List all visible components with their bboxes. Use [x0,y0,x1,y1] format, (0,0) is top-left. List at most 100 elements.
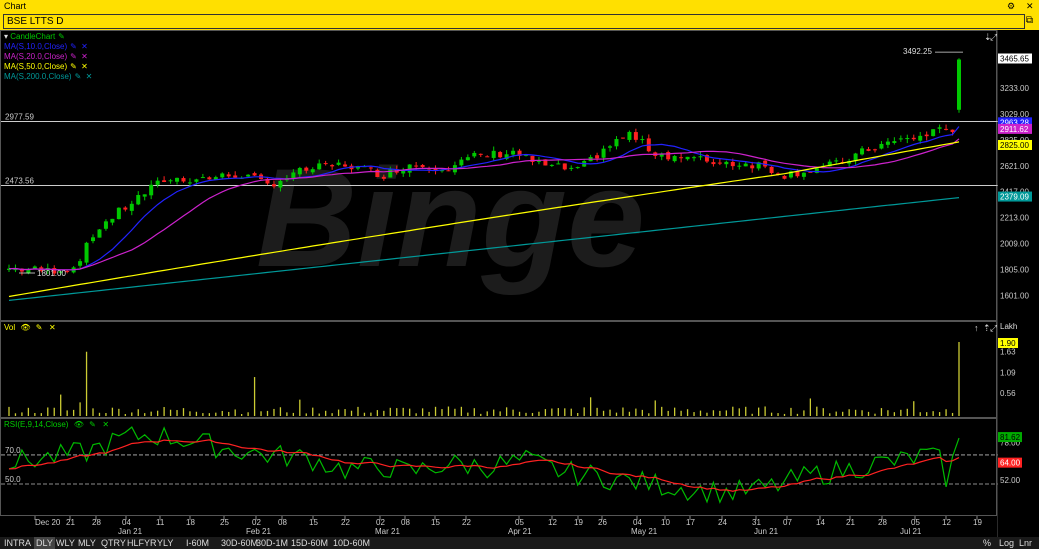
restore-icon[interactable]: ⧉ [1026,12,1033,30]
close-icon[interactable]: ✕ [81,42,88,52]
volume-legend: Vol 👁 ✎ ✕ [4,323,56,333]
candle-body [472,152,477,157]
candle-body [937,127,942,129]
candle-body [278,180,283,188]
timeframe-qtry[interactable]: QTRY [101,537,126,549]
pencil-icon[interactable]: ✎ [70,42,78,52]
timeframe-dly[interactable]: DLY [34,537,55,549]
candle-body [465,157,470,161]
price-tick-label: 2009.00 [1000,240,1029,249]
candle-body [633,132,638,140]
pencil-icon[interactable]: ✎ [58,32,66,42]
scale-option-1[interactable]: Log [999,537,1014,549]
price-tick-label: 1601.00 [1000,291,1029,300]
legend-item-label: MA(S,50.0,Close) [4,62,68,71]
settings-icon[interactable]: ⚙ [1007,0,1015,12]
close-icon[interactable]: ✕ [1026,0,1034,12]
time-tick-label: 12 [942,518,951,527]
candle-body [478,153,483,155]
candle-body [549,164,554,166]
candle-body [323,163,328,165]
legend-item-label: MA(S,10.0,Close) [4,42,68,51]
time-tick-label: 14 [816,518,825,527]
candle-body [717,162,722,164]
month-label: Mar 21 [375,527,400,536]
rsi-tag-label: 64.00 [1000,459,1021,468]
timeframe-i-60m[interactable]: I-60M [186,537,209,549]
close-icon[interactable]: ✕ [86,72,93,82]
candle-body [866,149,871,151]
candle-body [420,165,425,168]
timeframe-wly[interactable]: WLY [56,537,75,549]
candle-body [498,152,503,158]
volume-tick-label: 1.63 [1000,348,1016,357]
timeframe-intra[interactable]: INTRA [4,537,31,549]
legend-item[interactable]: ▾ CandleChart ✎ [4,32,92,42]
month-label: Jun 21 [754,527,779,536]
timeframe-mly[interactable]: MLY [78,537,96,549]
volume-legend-label: Vol [4,323,16,332]
candle-body [743,163,748,167]
legend-item[interactable]: MA(S,20.0,Close) ✎ ✕ [4,52,92,62]
timeframe-10d-60m[interactable]: 10D-60M [333,537,370,549]
candle-body [562,163,567,170]
candle-body [711,162,716,165]
candle-body [769,166,774,174]
close-icon[interactable]: ✕ [102,420,109,430]
pencil-icon[interactable]: ✎ [75,72,83,82]
timeframe-30d-1m[interactable]: 30D-1M [256,537,288,549]
timeframe-15d-60m[interactable]: 15D-60M [291,537,328,549]
eye-icon[interactable]: 👁 [20,323,30,333]
pencil-icon[interactable]: ✎ [36,323,44,333]
price-tag-label: 2825.00 [1000,141,1029,150]
timeframe-30d-60m[interactable]: 30D-60M [221,537,258,549]
candle-body [97,229,102,238]
scroll-up-icon: ↑ [974,323,979,333]
legend-item[interactable]: MA(S,50.0,Close) ✎ ✕ [4,62,92,72]
price-tag-label: 3465.65 [1000,55,1029,64]
maximize-icon: ⤢ [989,32,997,42]
candle-body [226,174,231,177]
eye-icon[interactable]: 👁 [74,420,84,430]
close-icon[interactable]: ✕ [81,62,88,72]
candle-body [116,207,121,220]
pencil-icon[interactable]: ✎ [70,62,78,72]
candle-body [155,180,160,185]
time-tick-label: 07 [783,518,792,527]
timeframe-hlfyr[interactable]: HLFYR [127,537,157,549]
time-tick-label: 22 [462,518,471,527]
volume-panel[interactable]: ↑ ⇡ ⤢ [0,321,997,418]
rsi-panel[interactable]: 70.0 50.0 [0,418,998,516]
time-tick-label: 02 [376,518,385,527]
low-annotation: 1801.00 [37,269,66,278]
candle-body [724,161,729,165]
time-tick-label: 02 [252,518,261,527]
candle-body [872,149,877,151]
candle-body [194,179,199,182]
time-tick-label: 10 [661,518,670,527]
close-icon[interactable]: ✕ [81,52,88,62]
candle-body [336,162,341,165]
rsi-chart: 70.0 50.0 [1,426,998,504]
month-label: Feb 21 [246,527,271,536]
candle-body [129,203,134,211]
price-chart: Binge2977.592473.563492.251801.00⇣⤢ [1,32,998,301]
pencil-icon[interactable]: ✎ [70,52,78,62]
rsi-tick-label: 52.00 [1000,476,1021,485]
candle-body [957,59,961,110]
legend-item[interactable]: MA(S,10.0,Close) ✎ ✕ [4,42,92,52]
candle-body [485,156,490,158]
close-icon[interactable]: ✕ [49,323,56,333]
candle-body [381,176,386,179]
price-panel[interactable]: Binge 2977.59 2473.56 3492.25 1801.00 ⇣ ⤢ [0,30,998,321]
price-tick-label: 1805.00 [1000,266,1029,275]
scale-option-2[interactable]: Lnr [1019,537,1032,549]
legend-item[interactable]: MA(S,200.0,Close) ✎ ✕ [4,72,92,82]
pencil-icon[interactable]: ✎ [89,420,97,430]
volume-unit-label: Lakh [1000,322,1017,331]
candle-body [679,157,684,159]
timeframe-yly[interactable]: YLY [157,537,173,549]
time-tick-label: Dec 20 [35,518,61,527]
chart-tab[interactable]: BSE LTTS D [3,14,1025,29]
scale-option-0[interactable]: % [983,537,991,549]
